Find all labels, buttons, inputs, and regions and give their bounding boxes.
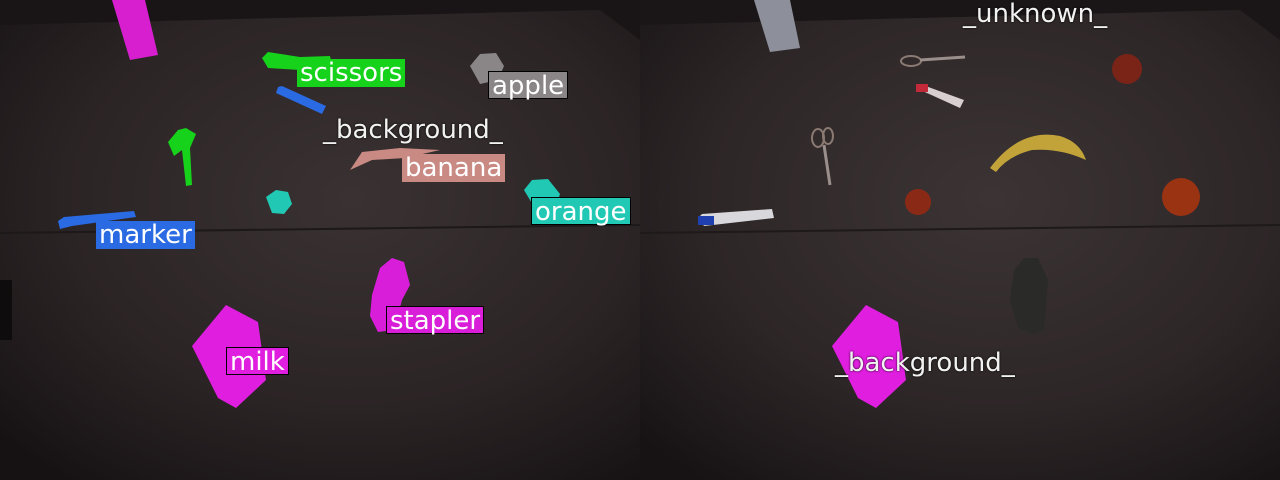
scissors-label: scissors: [297, 59, 406, 87]
marker-blue-cap: [698, 216, 714, 225]
milk-label: milk: [226, 347, 289, 376]
stapler-label: stapler: [386, 306, 485, 335]
marker-label: marker: [96, 221, 195, 249]
background-label-right: _background_: [835, 348, 1015, 378]
segmentation-comparison: scissors apple _background_ banana orang…: [0, 0, 1280, 480]
marker-red-cap: [916, 84, 928, 92]
banana-label: banana: [402, 154, 506, 182]
camera-panel: _unknown_ _background_: [640, 0, 1280, 480]
camera-scene: [640, 0, 1280, 480]
chair-edge: [0, 280, 12, 340]
segmentation-panel: scissors apple _background_ banana orang…: [0, 0, 640, 480]
unknown-label: _unknown_: [963, 0, 1108, 29]
background-label: _background_: [323, 115, 503, 145]
small-orange: [905, 189, 931, 215]
apple: [1112, 54, 1142, 84]
apple-label: apple: [488, 71, 569, 100]
table-surface: [640, 10, 1280, 480]
orange-label: orange: [531, 197, 631, 226]
orange: [1162, 178, 1200, 216]
